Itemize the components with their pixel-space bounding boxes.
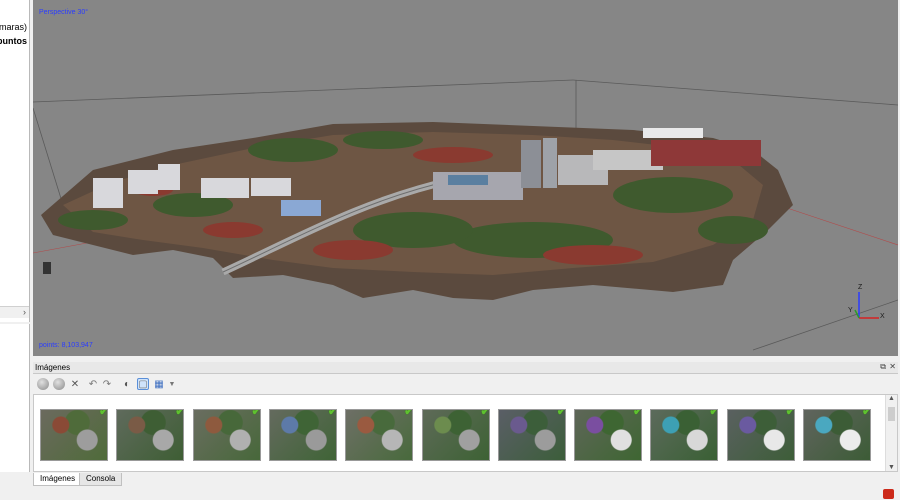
- image-thumbnail[interactable]: ✔: [726, 409, 795, 461]
- filter-icon[interactable]: ◐: [121, 378, 133, 390]
- disable-camera-icon[interactable]: [53, 378, 65, 390]
- aligned-check-icon: ✔: [404, 409, 414, 418]
- axis-z-label: Z: [858, 284, 863, 291]
- images-panel-header: Imágenes ⧉ ✕: [33, 362, 898, 374]
- scrollbar-thumb[interactable]: [888, 407, 895, 421]
- point-cloud-render: [33, 79, 898, 351]
- image-thumbnail[interactable]: ✔: [497, 409, 566, 461]
- dropdown-icon[interactable]: ▼: [166, 378, 178, 390]
- aligned-check-icon: ✔: [175, 409, 185, 418]
- rotate-right-icon[interactable]: ↷: [101, 378, 113, 390]
- point-count-label: points: 8,103,947: [39, 342, 93, 349]
- reference-panel: [0, 324, 30, 472]
- view-details-icon[interactable]: ▦: [153, 378, 165, 390]
- tab-consola[interactable]: Consola: [79, 473, 123, 486]
- status-bar: [0, 488, 900, 500]
- workspace-row-points[interactable]: 3 puntos: [0, 36, 27, 46]
- aligned-check-icon: ✔: [861, 409, 871, 418]
- workspace-row-cameras[interactable]: maras): [0, 22, 27, 32]
- aligned-check-icon: ✔: [98, 409, 108, 418]
- workspace-horizontal-scrollbar[interactable]: ›: [0, 306, 29, 318]
- image-thumbnail[interactable]: ✔: [345, 409, 414, 461]
- model-viewport[interactable]: Perspective 30° points: 8,103,947 Z Y X: [33, 0, 898, 356]
- aligned-check-icon: ✔: [480, 409, 490, 418]
- image-thumbnail[interactable]: ✔: [421, 409, 490, 461]
- image-thumbnail[interactable]: ✔: [40, 409, 108, 461]
- image-thumbnail[interactable]: ✔: [116, 409, 185, 461]
- projection-label: Perspective 30°: [39, 9, 89, 16]
- scroll-up-icon[interactable]: ▲: [888, 395, 895, 402]
- scroll-right-icon[interactable]: ›: [23, 307, 26, 317]
- image-thumbnail[interactable]: ✔: [574, 409, 643, 461]
- aligned-check-icon: ✔: [251, 409, 261, 418]
- remove-icon[interactable]: ✕: [69, 378, 81, 390]
- close-icon[interactable]: ✕: [889, 362, 896, 371]
- rotate-left-icon[interactable]: ↶: [87, 378, 99, 390]
- aligned-check-icon: ✔: [709, 409, 719, 418]
- images-toolbar: ✕ ↶ ↷ ◐ ▢ ▦ ▼: [33, 375, 898, 393]
- aligned-check-icon: ✔: [327, 409, 337, 418]
- axis-x-label: X: [880, 313, 885, 320]
- enable-camera-icon[interactable]: [37, 378, 49, 390]
- aligned-check-icon: ✔: [556, 409, 566, 418]
- undock-icon[interactable]: ⧉: [880, 362, 886, 372]
- view-large-icon[interactable]: ▢: [137, 378, 149, 390]
- workspace-panel: maras) 3 puntos ›: [0, 0, 30, 322]
- bottom-tabs: Imágenes Consola: [33, 473, 898, 487]
- image-thumbnail[interactable]: ✔: [192, 409, 261, 461]
- image-thumbnail[interactable]: ✔: [650, 409, 719, 461]
- network-status-icon[interactable]: [883, 489, 894, 499]
- images-panel-title: Imágenes: [35, 363, 71, 372]
- tab-imagenes[interactable]: Imágenes: [33, 473, 83, 486]
- image-thumbnails: ✔ ✔ ✔ ✔ ✔ ✔ ✔ ✔ ✔ ✔ ✔ ▲ ▼: [33, 394, 898, 472]
- image-thumbnail[interactable]: ✔: [803, 409, 871, 461]
- thumbnails-vertical-scrollbar[interactable]: ▲ ▼: [885, 395, 897, 471]
- image-thumbnail[interactable]: ✔: [268, 409, 337, 461]
- aligned-check-icon: ✔: [633, 409, 643, 418]
- axis-y-label: Y: [848, 307, 853, 314]
- scroll-down-icon[interactable]: ▼: [888, 464, 895, 471]
- aligned-check-icon: ✔: [785, 409, 795, 418]
